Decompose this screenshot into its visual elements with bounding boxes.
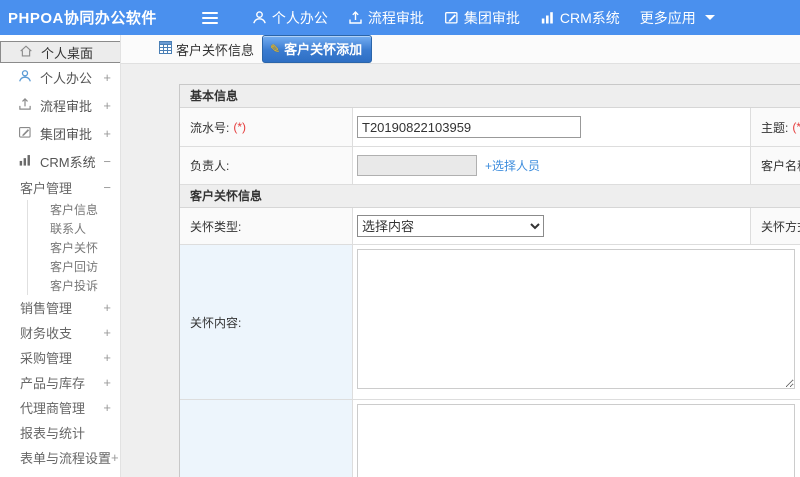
nav-personal-office[interactable]: 个人办公 <box>242 0 338 35</box>
expander[interactable]: + <box>103 98 111 113</box>
expander[interactable]: + <box>103 350 111 365</box>
subject-label: 主题:(*) <box>751 108 800 146</box>
caret-down-icon <box>704 15 715 20</box>
tab-customer-care-add[interactable]: ✎ 客户关怀添加 <box>262 35 373 63</box>
sidebar-item-personal-office[interactable]: 个人办公 + <box>0 63 120 91</box>
extra-textarea[interactable] <box>357 404 795 477</box>
nav-group-approval[interactable]: 集团审批 <box>434 0 530 35</box>
nav-more-apps[interactable]: 更多应用 <box>630 0 725 35</box>
crm-chart-icon <box>18 153 32 170</box>
approval-flow-icon <box>348 10 363 25</box>
sidebar-item-admin-office[interactable]: 行政办公 + <box>0 470 120 477</box>
extra-label <box>180 400 353 477</box>
customer-care-form: 基本信息 流水号:(*) 主题:(*) 负责人: <box>179 84 800 477</box>
required-mark: (*) <box>792 120 800 134</box>
nav-workflow-approval[interactable]: 流程审批 <box>338 0 434 35</box>
expander[interactable]: − <box>103 154 111 169</box>
sidebar-item-group-approval[interactable]: 集团审批 + <box>0 119 120 147</box>
user-icon <box>252 10 267 25</box>
approval-flow-icon <box>18 97 32 114</box>
expander[interactable]: + <box>103 400 111 415</box>
sidebar-item-customer-complaint[interactable]: 客户投诉 <box>27 276 120 295</box>
expander[interactable]: + <box>103 70 111 85</box>
topbar: PHPOA协同办公软件 个人办公 流程审批 集团审批 CRM系统 更多应用 <box>0 0 800 35</box>
group-approval-icon <box>18 125 32 142</box>
owner-input <box>357 155 477 176</box>
sidebar-item-reports-stats[interactable]: 报表与统计 <box>0 420 120 445</box>
serial-input[interactable] <box>357 116 581 138</box>
crm-chart-icon <box>540 10 555 25</box>
group-approval-icon <box>444 10 459 25</box>
sidebar-item-sales-management[interactable]: 销售管理 + <box>0 295 120 320</box>
sidebar-item-form-flow-settings[interactable]: 表单与流程设置 + <box>0 445 120 470</box>
form-row-serial: 流水号:(*) 主题:(*) <box>180 108 800 147</box>
menu-toggle-icon[interactable] <box>201 11 218 24</box>
edit-icon: ✎ <box>270 41 281 56</box>
sidebar-item-agent-management[interactable]: 代理商管理 + <box>0 395 120 420</box>
sidebar-item-purchasing[interactable]: 采购管理 + <box>0 345 120 370</box>
sidebar-item-crm[interactable]: CRM系统 − <box>0 147 120 175</box>
expander[interactable]: + <box>103 126 111 141</box>
table-icon <box>159 41 172 57</box>
care-type-select[interactable]: 选择内容 <box>357 215 544 237</box>
expander[interactable]: + <box>111 450 119 465</box>
nav-crm[interactable]: CRM系统 <box>530 0 630 35</box>
sidebar-item-customer-care[interactable]: 客户关怀 <box>27 238 120 257</box>
sidebar-item-customer-management[interactable]: 客户管理 − <box>0 175 120 200</box>
sidebar-item-products-inventory[interactable]: 产品与库存 + <box>0 370 120 395</box>
sidebar-item-contacts[interactable]: 联系人 <box>27 219 120 238</box>
form-row-owner: 负责人: +选择人员 客户名称:(*) <box>180 147 800 185</box>
expander[interactable]: + <box>103 325 111 340</box>
expander[interactable]: + <box>103 300 111 315</box>
customer-name-label: 客户名称:(*) <box>751 147 800 184</box>
sidebar-item-workflow-approval[interactable]: 流程审批 + <box>0 91 120 119</box>
care-method-label: 关怀方式: <box>751 208 800 244</box>
care-type-label: 关怀类型: <box>180 208 353 244</box>
tab-bar: 客户关怀信息 ✎ 客户关怀添加 <box>121 35 800 64</box>
required-mark: (*) <box>233 120 247 134</box>
top-nav: 个人办公 流程审批 集团审批 CRM系统 更多应用 <box>242 0 725 35</box>
app-logo: PHPOA协同办公软件 <box>8 10 157 27</box>
sidebar-item-personal-desktop[interactable]: 个人桌面 <box>0 41 120 63</box>
form-row-extra <box>180 400 800 477</box>
expander[interactable]: − <box>103 180 111 195</box>
expander[interactable]: + <box>103 375 111 390</box>
tab-customer-care-info[interactable]: 客户关怀信息 <box>159 40 254 59</box>
user-icon <box>18 69 32 86</box>
care-content-label: 关怀内容: <box>180 245 353 399</box>
sidebar-item-customer-revisit[interactable]: 客户回访 <box>27 257 120 276</box>
section-header-care-info: 客户关怀信息 <box>180 185 800 208</box>
sidebar-item-customer-info[interactable]: 客户信息 <box>27 200 120 219</box>
care-content-textarea[interactable] <box>357 249 795 389</box>
content-area: 客户关怀信息 ✎ 客户关怀添加 基本信息 流水号:(*) 主题:(*) <box>121 35 800 477</box>
form-row-care-type: 关怀类型: 选择内容 关怀方式: <box>180 208 800 245</box>
form-row-care-content: 关怀内容: <box>180 245 800 400</box>
section-header-basic-info: 基本信息 <box>180 85 800 108</box>
owner-label: 负责人: <box>180 147 353 184</box>
select-person-link[interactable]: +选择人员 <box>485 157 540 174</box>
sidebar-item-finance[interactable]: 财务收支 + <box>0 320 120 345</box>
sidebar: 个人桌面 个人办公 + 流程审批 + 集团审批 + CRM系统 − 客户管理 −… <box>0 35 121 477</box>
serial-label: 流水号: (*) <box>180 108 353 146</box>
home-icon <box>19 44 33 61</box>
